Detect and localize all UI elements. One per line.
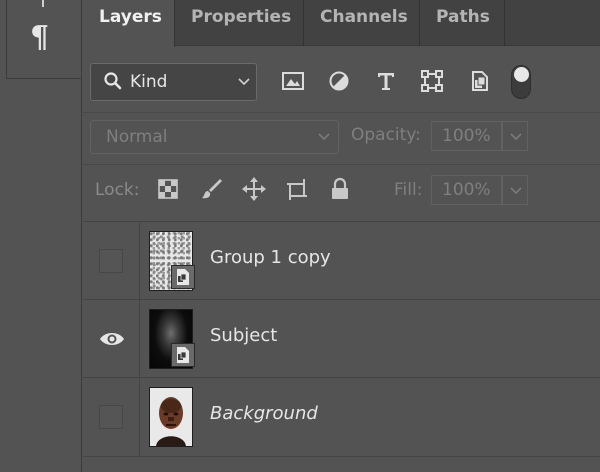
blend-mode-select[interactable]: Normal	[90, 120, 339, 154]
tab-layers[interactable]: Layers	[83, 0, 175, 47]
search-icon	[104, 72, 122, 90]
lock-all-icon[interactable]	[327, 176, 353, 202]
layers-bottom-divider	[83, 456, 600, 457]
shape-filter-icon[interactable]	[419, 68, 445, 94]
chevron-down-icon	[318, 133, 330, 141]
filter-kind-label: Kind	[130, 72, 168, 92]
smart-object-filter-icon[interactable]	[467, 68, 493, 94]
tab-properties[interactable]: Properties	[175, 0, 304, 46]
tab-paths[interactable]: Paths	[420, 0, 505, 46]
opacity-dropdown-button[interactable]	[502, 121, 528, 151]
tool-strip-divider	[6, 0, 7, 78]
layer-row-subject[interactable]: Subject	[83, 299, 600, 378]
filter-divider	[83, 112, 600, 113]
paragraph-icon[interactable]: ¶	[30, 20, 49, 55]
lock-label: Lock:	[95, 180, 140, 200]
image-filter-icon[interactable]	[280, 68, 306, 94]
lock-image-pixels-icon[interactable]	[199, 176, 225, 202]
layer-thumbnail	[149, 387, 193, 447]
panel-tab-bar: Layers Properties Channels Paths	[83, 0, 600, 47]
layer-row-group-1-copy[interactable]: Group 1 copy	[83, 221, 600, 300]
layer-name[interactable]: Subject	[210, 325, 277, 346]
chevron-down-icon	[510, 187, 522, 195]
adjustment-filter-icon[interactable]	[326, 68, 352, 94]
fill-input[interactable]: 100%	[431, 175, 502, 205]
fill-label: Fill:	[394, 180, 423, 200]
blend-mode-value: Normal	[106, 127, 168, 147]
visibility-toggle[interactable]	[99, 405, 123, 429]
visibility-toggle[interactable]	[99, 249, 123, 273]
tool-strip-separator	[6, 78, 82, 79]
opacity-input[interactable]: 100%	[431, 121, 502, 151]
tool-strip: ¶	[0, 0, 82, 472]
filter-toggle-switch[interactable]	[511, 65, 531, 99]
chevron-down-icon	[238, 78, 250, 86]
layers-panel: Layers Properties Channels Paths Kind No…	[83, 0, 600, 472]
chevron-down-icon	[510, 133, 522, 141]
lock-position-icon[interactable]	[241, 176, 267, 202]
filter-kind-select[interactable]: Kind	[90, 63, 257, 101]
tool-strip-tick	[42, 0, 44, 7]
visibility-column	[83, 300, 140, 378]
visibility-column	[83, 378, 140, 456]
layer-name[interactable]: Group 1 copy	[210, 247, 331, 268]
eye-icon[interactable]	[98, 330, 126, 348]
opacity-label: Opacity:	[351, 125, 421, 145]
layer-row-background[interactable]: Background	[83, 377, 600, 456]
filter-toggle-knob	[514, 67, 529, 82]
lock-artboard-icon[interactable]	[284, 176, 310, 202]
lock-transparent-pixels-icon[interactable]	[155, 176, 181, 202]
type-filter-icon[interactable]	[373, 68, 399, 94]
layer-name[interactable]: Background	[210, 403, 318, 424]
blend-divider	[83, 164, 600, 165]
fill-dropdown-button[interactable]	[502, 175, 528, 205]
smart-object-badge-icon	[171, 265, 195, 289]
smart-object-badge-icon	[171, 343, 195, 367]
visibility-column	[83, 222, 140, 300]
tab-channels[interactable]: Channels	[304, 0, 420, 46]
